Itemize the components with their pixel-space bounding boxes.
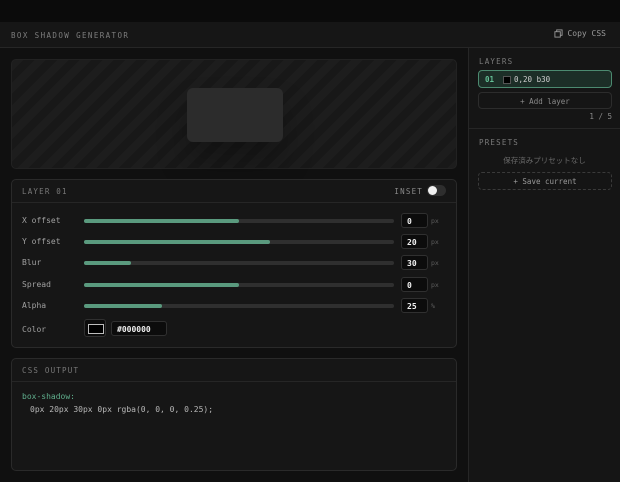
x-offset-label: X offset	[22, 216, 61, 225]
presets-title: PRESETS	[479, 138, 520, 147]
shadow-preview-area	[11, 59, 457, 169]
layer-color-swatch	[503, 76, 511, 84]
y-offset-row: Y offset 20 px	[12, 234, 458, 250]
alpha-slider-fill	[84, 304, 162, 308]
spread-label: Spread	[22, 280, 51, 289]
layer-summary: 0,20 b30	[514, 75, 551, 84]
inset-toggle[interactable]	[427, 185, 446, 196]
spread-unit: px	[431, 281, 439, 289]
x-offset-input[interactable]: 0	[401, 213, 428, 228]
y-offset-unit: px	[431, 238, 439, 246]
alpha-input[interactable]: 25	[401, 298, 428, 313]
alpha-slider[interactable]	[84, 304, 394, 308]
y-offset-slider[interactable]	[84, 240, 394, 244]
x-offset-row: X offset 0 px	[12, 213, 458, 229]
layer-number: 01	[485, 75, 495, 84]
sidebar-divider	[469, 128, 620, 129]
y-offset-slider-fill	[84, 240, 270, 244]
alpha-unit: %	[431, 302, 435, 310]
layer-settings-panel: LAYER 01 INSET X offset 0 px Y offset 20…	[11, 179, 457, 348]
spread-slider[interactable]	[84, 283, 394, 287]
color-hex-input[interactable]: #000000	[111, 321, 167, 336]
inset-toggle-knob	[428, 186, 437, 195]
y-offset-label: Y offset	[22, 237, 61, 246]
layer-panel-title: LAYER 01	[22, 187, 68, 196]
css-property: box-shadow:	[22, 392, 75, 401]
blur-unit: px	[431, 259, 439, 267]
copy-icon	[554, 29, 564, 38]
x-offset-slider-fill	[84, 219, 239, 223]
blur-label: Blur	[22, 258, 42, 267]
alpha-row: Alpha 25 %	[12, 298, 458, 314]
spread-input[interactable]: 0	[401, 277, 428, 292]
layer-count: 1 / 5	[589, 112, 612, 121]
preview-box	[187, 88, 283, 142]
x-offset-unit: px	[431, 217, 439, 225]
layer-item-01[interactable]: 01 0,20 b30	[478, 70, 612, 88]
blur-input[interactable]: 30	[401, 255, 428, 270]
css-output-title: CSS OUTPUT	[22, 366, 80, 375]
layer-panel-header: LAYER 01 INSET	[12, 180, 456, 203]
no-presets-message: 保存済みプリセットなし	[503, 156, 586, 165]
color-swatch[interactable]	[84, 319, 106, 337]
y-offset-input[interactable]: 20	[401, 234, 428, 249]
copy-css-button[interactable]: Copy CSS	[554, 29, 606, 38]
css-code-block: box-shadow: 0px 20px 30px 0px rgba(0, 0,…	[22, 391, 213, 416]
color-label: Color	[22, 325, 47, 334]
spread-row: Spread 0 px	[12, 277, 458, 293]
blur-slider[interactable]	[84, 261, 394, 265]
spread-slider-fill	[84, 283, 239, 287]
app-header: BOX SHADOW GENERATOR Copy CSS	[0, 22, 620, 48]
color-swatch-fill	[88, 324, 104, 334]
css-output-panel: CSS OUTPUT box-shadow: 0px 20px 30px 0px…	[11, 358, 457, 471]
x-offset-slider[interactable]	[84, 219, 394, 223]
app-title: BOX SHADOW GENERATOR	[11, 31, 130, 40]
add-layer-button[interactable]: + Add layer	[478, 92, 612, 109]
sidebar: LAYERS 01 0,20 b30 + Add layer 1 / 5 PRE…	[468, 48, 620, 482]
layers-title: LAYERS	[479, 57, 514, 66]
save-current-button[interactable]: + Save current	[478, 172, 612, 190]
alpha-label: Alpha	[22, 301, 47, 310]
css-value: 0px 20px 30px 0px rgba(0, 0, 0, 0.25);	[30, 404, 214, 414]
blur-row: Blur 30 px	[12, 255, 458, 271]
window-top-strip	[0, 0, 620, 22]
css-output-header: CSS OUTPUT	[12, 359, 456, 382]
blur-slider-fill	[84, 261, 131, 265]
inset-label: INSET	[394, 187, 423, 196]
copy-css-label: Copy CSS	[567, 29, 606, 38]
